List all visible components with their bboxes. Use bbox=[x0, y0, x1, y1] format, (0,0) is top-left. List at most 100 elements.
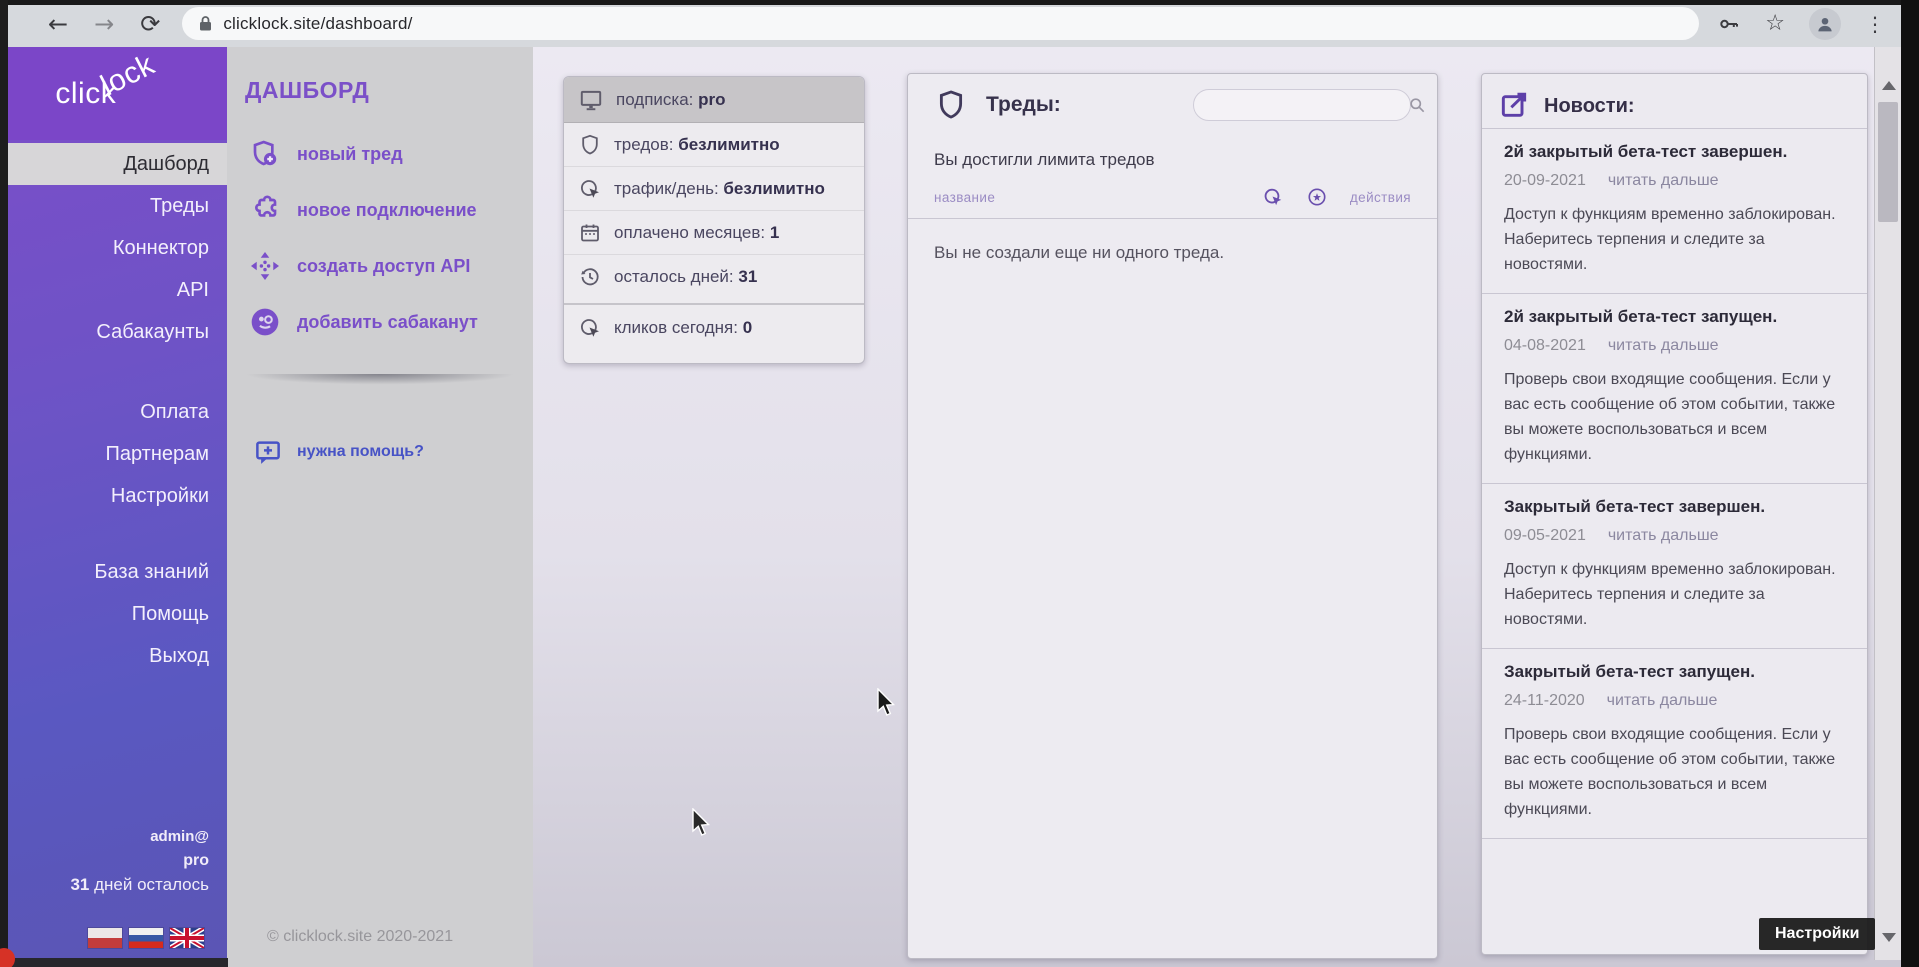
calendar-icon bbox=[578, 221, 602, 245]
lock-icon bbox=[198, 15, 213, 32]
new-connection-button[interactable]: новое подключение bbox=[227, 182, 533, 238]
video-edge-right bbox=[1901, 0, 1919, 967]
news-item-date: 04-08-2021 bbox=[1504, 337, 1586, 354]
uk-flag[interactable] bbox=[170, 928, 204, 948]
sidebar-item-subaccounts[interactable]: Сабакаунты bbox=[0, 311, 227, 353]
threads-limit-notice: Вы достигли лимита тредов bbox=[934, 150, 1437, 170]
stat-label: тредов: bbox=[614, 135, 678, 154]
search-icon bbox=[1407, 95, 1427, 115]
refresh-icon[interactable]: ⟳ bbox=[140, 12, 160, 36]
click-icon bbox=[578, 316, 602, 340]
news-item-body: Доступ к функциям временно заблокирован.… bbox=[1504, 557, 1845, 632]
stat-value: 31 bbox=[738, 267, 757, 286]
create-api-access-button[interactable]: создать доступ API bbox=[227, 238, 533, 294]
back-icon[interactable]: ← bbox=[48, 12, 68, 36]
read-more-link[interactable]: читать дальше bbox=[1608, 337, 1719, 354]
logo[interactable]: clicklock bbox=[0, 47, 227, 140]
shield-icon bbox=[934, 88, 968, 122]
add-subaccount-button[interactable]: добавить сабаканут bbox=[227, 294, 533, 350]
video-edge-left bbox=[0, 0, 8, 967]
stats-row-months: оплачено месяцев: 1 bbox=[564, 211, 864, 255]
scrollbar-thumb[interactable] bbox=[1878, 102, 1898, 222]
table-divider bbox=[908, 218, 1437, 219]
sidebar-nav: Дашборд Треды Коннектор API Сабакаунты О… bbox=[0, 143, 227, 677]
read-more-link[interactable]: читать дальше bbox=[1608, 527, 1719, 544]
news-title: Новости: bbox=[1544, 95, 1635, 118]
stat-value: безлимитно bbox=[678, 135, 779, 154]
subaccount-icon bbox=[249, 306, 281, 338]
profile-avatar[interactable] bbox=[1809, 8, 1841, 40]
sidebar-item-dashboard[interactable]: Дашборд bbox=[0, 143, 227, 185]
news-item: Закрытый бета-тест завершен. 09-05-2021ч… bbox=[1482, 483, 1867, 648]
poland-flag[interactable] bbox=[88, 928, 122, 948]
threads-empty-message: Вы не создали еще ни одного треда. bbox=[934, 243, 1437, 263]
stat-value: 0 bbox=[743, 318, 752, 337]
sidebar-item-connector[interactable]: Коннектор bbox=[0, 227, 227, 269]
key-icon[interactable] bbox=[1717, 12, 1741, 36]
threads-search-input[interactable] bbox=[1204, 96, 1407, 115]
news-item: 2й закрытый бета-тест запущен. 04-08-202… bbox=[1482, 293, 1867, 483]
shield-star-column-icon[interactable] bbox=[1306, 186, 1328, 208]
new-thread-button[interactable]: новый тред bbox=[227, 126, 533, 182]
sidebar-item-logout[interactable]: Выход bbox=[0, 635, 227, 677]
shield-plus-icon bbox=[249, 138, 281, 170]
sidebar-item-knowledge-base[interactable]: База знаний bbox=[0, 551, 227, 593]
sidebar-item-help[interactable]: Помощь bbox=[0, 593, 227, 635]
language-flags bbox=[88, 928, 204, 948]
sidebar-item-partners[interactable]: Партнерам bbox=[0, 433, 227, 475]
news-item-title: 2й закрытый бета-тест завершен. bbox=[1504, 141, 1845, 163]
screen: ← → ⟳ clicklock.site/dashboard/ ☆ ⋮ clic… bbox=[0, 0, 1919, 967]
news-item: 2й закрытый бета-тест завершен. 20-09-20… bbox=[1482, 128, 1867, 293]
stats-row-days: осталось дней: 31 bbox=[564, 255, 864, 298]
clock-icon bbox=[578, 265, 602, 289]
sidebar-item-api[interactable]: API bbox=[0, 269, 227, 311]
new-thread-label: новый тред bbox=[297, 144, 403, 165]
stat-label: трафик/день: bbox=[614, 179, 723, 198]
page-title: ДАШБОРД bbox=[245, 77, 533, 104]
news-item-body: Доступ к функциям временно заблокирован.… bbox=[1504, 202, 1845, 277]
player-settings-tooltip: Настройки bbox=[1759, 918, 1875, 950]
news-item-title: Закрытый бета-тест запущен. bbox=[1504, 661, 1845, 683]
stats-row-clicks-today: кликов сегодня: 0 bbox=[564, 303, 864, 351]
stat-value: 1 bbox=[770, 223, 779, 242]
stats-row-traffic: трафик/день: безлимитно bbox=[564, 167, 864, 211]
stat-label: подписка: bbox=[616, 90, 698, 109]
need-help-label: нужна помощь? bbox=[297, 443, 424, 461]
menu-panel-shadow bbox=[231, 374, 529, 388]
page-scrollbar[interactable] bbox=[1874, 47, 1902, 960]
read-more-link[interactable]: читать дальше bbox=[1608, 172, 1719, 189]
puzzle-icon bbox=[249, 194, 281, 226]
news-item: Закрытый бета-тест запущен. 24-11-2020чи… bbox=[1482, 648, 1867, 838]
days-left: 31 дней осталось bbox=[70, 873, 209, 897]
sidebar-item-threads[interactable]: Треды bbox=[0, 185, 227, 227]
news-panel-footer bbox=[1482, 838, 1867, 909]
stat-label: кликов сегодня: bbox=[614, 318, 743, 337]
read-more-link[interactable]: читать дальше bbox=[1607, 692, 1718, 709]
days-left-text: дней осталось bbox=[89, 875, 209, 894]
subscription-stats-card: подписка: pro тредов: безлимитно трафик/… bbox=[563, 76, 865, 364]
stat-label: осталось дней: bbox=[614, 267, 738, 286]
kebab-menu-icon[interactable]: ⋮ bbox=[1865, 12, 1885, 36]
news-item-body: Проверь свои входящие сообщения. Если у … bbox=[1504, 367, 1845, 467]
user-info: admin@ pro 31 дней осталось bbox=[70, 825, 209, 897]
bookmark-star-icon[interactable]: ☆ bbox=[1765, 11, 1785, 36]
sidebar-item-settings[interactable]: Настройки bbox=[0, 475, 227, 517]
threads-panel: Треды: Вы достигли лимита тредов названи… bbox=[907, 73, 1438, 959]
forward-icon[interactable]: → bbox=[94, 12, 114, 36]
scroll-up-arrow-icon[interactable] bbox=[1882, 81, 1896, 90]
dashboard-menu-panel: ДАШБОРД новый тред новое подключение соз… bbox=[227, 47, 533, 967]
scroll-down-arrow-icon[interactable] bbox=[1882, 933, 1896, 942]
video-edge-top bbox=[0, 0, 1919, 5]
column-name: название bbox=[934, 190, 995, 205]
click-column-icon[interactable] bbox=[1262, 186, 1284, 208]
stats-row-subscription: подписка: pro bbox=[564, 77, 864, 123]
mouse-cursor bbox=[877, 688, 899, 718]
news-item-date: 20-09-2021 bbox=[1504, 172, 1586, 189]
stat-label: оплачено месяцев: bbox=[614, 223, 770, 242]
sidebar-item-payment[interactable]: Оплата bbox=[0, 391, 227, 433]
russia-flag[interactable] bbox=[129, 928, 163, 948]
need-help-link[interactable]: нужна помощь? bbox=[253, 437, 424, 467]
user-plan: pro bbox=[70, 849, 209, 873]
add-subaccount-label: добавить сабаканут bbox=[297, 312, 478, 333]
address-bar[interactable]: clicklock.site/dashboard/ bbox=[182, 7, 1699, 40]
